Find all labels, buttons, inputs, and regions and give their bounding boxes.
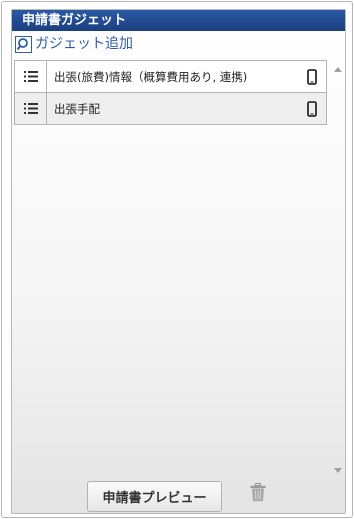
gadget-list: 出張(旅費)情報（概算費用あり, 連携) 出張手配 bbox=[14, 60, 343, 480]
preview-button[interactable]: 申請書プレビュー bbox=[87, 481, 222, 512]
scroll-down-arrow-icon[interactable] bbox=[334, 468, 342, 473]
gadget-label: 出張手配 bbox=[54, 101, 100, 116]
list-scrollbar[interactable] bbox=[332, 60, 343, 480]
trash-icon[interactable] bbox=[250, 482, 266, 502]
panel-title: 申請書ガジェット bbox=[12, 10, 345, 31]
add-gadget-link[interactable]: ガジェット追加 bbox=[15, 34, 133, 54]
drag-handle[interactable] bbox=[15, 61, 47, 92]
scroll-up-arrow-icon[interactable] bbox=[334, 67, 342, 72]
gadget-row[interactable]: 出張手配 bbox=[14, 92, 327, 125]
gadget-label: 出張(旅費)情報（概算費用あり, 連携) bbox=[54, 69, 248, 84]
drag-handle[interactable] bbox=[15, 93, 47, 124]
list-handle-icon bbox=[23, 71, 38, 82]
search-add-icon bbox=[15, 35, 32, 53]
add-gadget-label: ガジェット追加 bbox=[35, 36, 133, 52]
list-handle-icon bbox=[23, 103, 38, 114]
application-gadget-panel: 申請書ガジェット ガジェット追加 出張(旅費)情報（概算費用あり, 連携) 出張… bbox=[11, 9, 346, 514]
gadget-panel-frame: 申請書ガジェット ガジェット追加 出張(旅費)情報（概算費用あり, 連携) 出張… bbox=[1, 1, 353, 518]
gadget-row[interactable]: 出張(旅費)情報（概算費用あり, 連携) bbox=[14, 60, 327, 93]
mobile-icon bbox=[298, 61, 326, 92]
mobile-icon bbox=[298, 93, 326, 124]
